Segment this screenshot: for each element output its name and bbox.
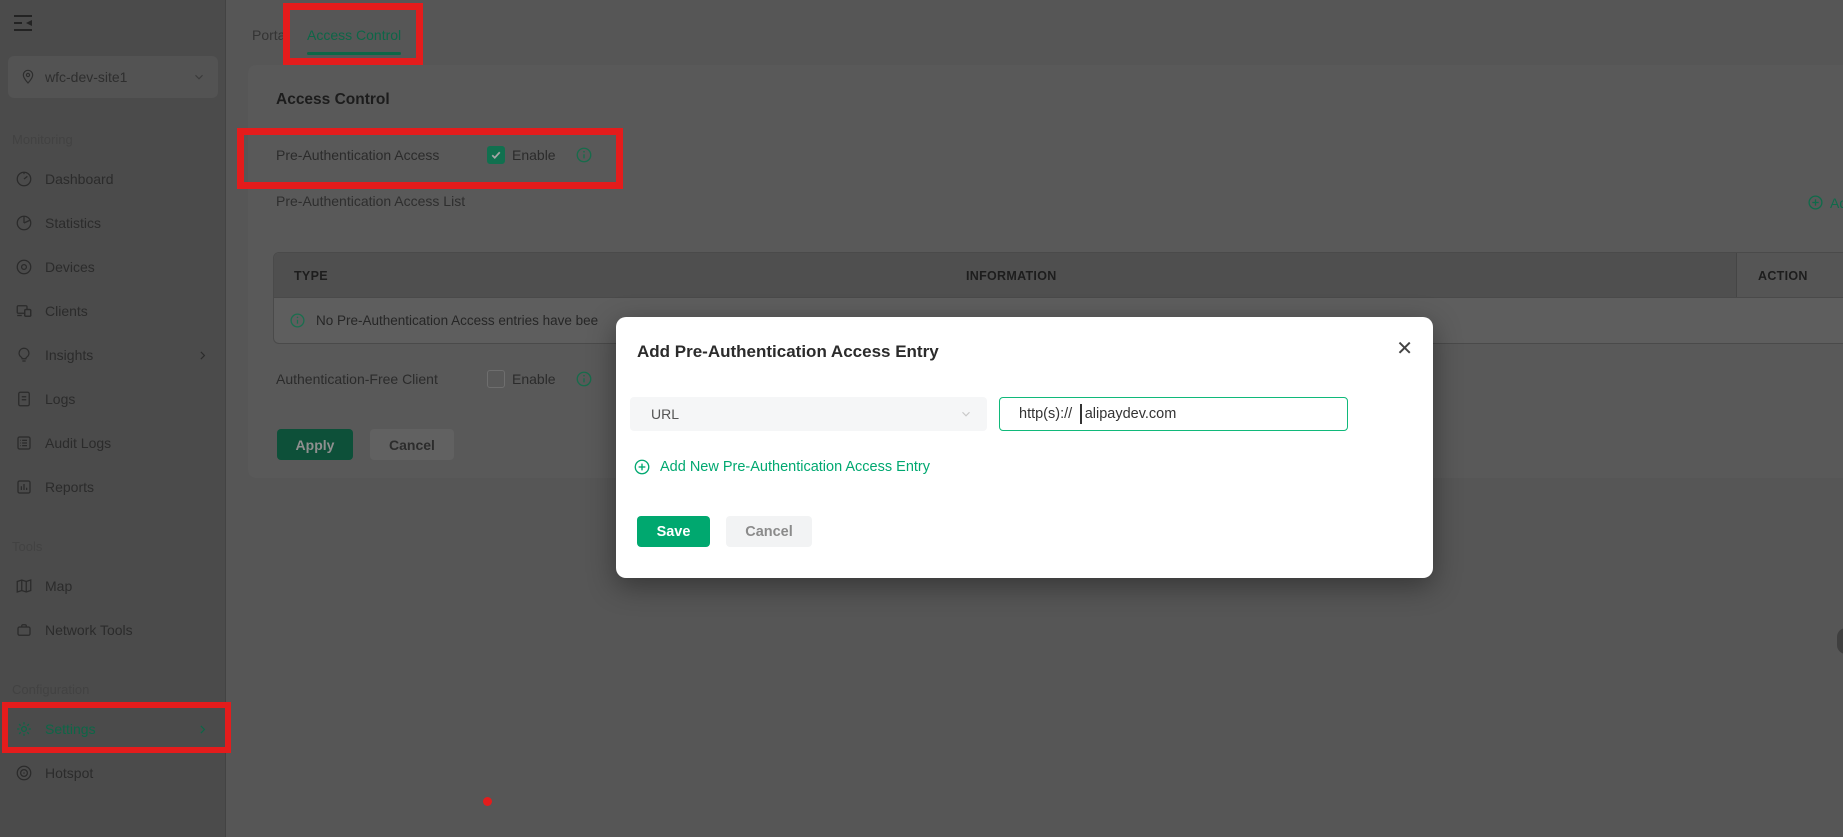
sidebar-item-label: Insights <box>45 347 94 363</box>
chevron-right-icon <box>196 349 209 362</box>
info-icon[interactable] <box>575 370 593 388</box>
tab-access-control[interactable]: Access Control <box>307 27 401 55</box>
chevron-down-icon <box>959 407 973 421</box>
page-title: Access Control <box>276 91 390 108</box>
sidebar-item-audit-logs[interactable]: Audit Logs <box>0 421 225 465</box>
sidebar-item-settings[interactable]: Settings <box>0 707 225 751</box>
sidebar-item-label: Dashboard <box>45 171 114 187</box>
add-entry-modal: Add Pre-Authentication Access Entry ✕ UR… <box>616 317 1433 578</box>
text-caret <box>1080 404 1082 424</box>
cancel-button[interactable]: Cancel <box>370 429 454 460</box>
plus-circle-icon <box>1807 194 1824 211</box>
chevron-down-icon <box>192 70 206 84</box>
sidebar-item-statistics[interactable]: Statistics <box>0 201 225 245</box>
column-header-type: TYPE <box>294 268 328 283</box>
sidebar-item-label: Network Tools <box>45 622 133 638</box>
url-input[interactable]: http(s):// alipaydev.com <box>999 397 1348 431</box>
column-header-action: ACTION <box>1758 268 1808 283</box>
modal-cancel-button[interactable]: Cancel <box>726 516 812 547</box>
edge-floating-widget[interactable] <box>1837 628 1843 654</box>
chevron-right-icon <box>196 723 209 736</box>
devices-icon <box>15 258 33 276</box>
entry-type-select[interactable]: URL <box>630 397 987 431</box>
plus-circle-icon <box>633 458 651 476</box>
add-entry-link-label: Add <box>1830 194 1843 211</box>
screenshot-root: wfc-dev-site1 Monitoring Dashboard Statist… <box>0 0 1843 837</box>
add-new-entry-link-label: Add New Pre-Authentication Access Entry <box>660 459 930 475</box>
sidebar-item-devices[interactable]: Devices <box>0 245 225 289</box>
sidebar-item-label: Reports <box>45 479 95 495</box>
nav-section-tools: Tools <box>12 539 43 554</box>
sidebar-item-reports[interactable]: Reports <box>0 465 225 509</box>
sidebar-item-map[interactable]: Map <box>0 564 225 608</box>
table-header: TYPE INFORMATION ACTION <box>274 253 1843 298</box>
entry-type-value: URL <box>651 406 680 422</box>
apply-button[interactable]: Apply <box>277 429 353 460</box>
add-new-entry-link[interactable]: Add New Pre-Authentication Access Entry <box>633 458 930 476</box>
save-button[interactable]: Save <box>637 516 710 547</box>
sidebar-item-label: Statistics <box>45 215 102 231</box>
site-selector[interactable]: wfc-dev-site1 <box>8 56 218 98</box>
sidebar-item-label: Settings <box>45 721 96 737</box>
column-header-information: INFORMATION <box>966 268 1057 283</box>
column-divider <box>1736 253 1737 297</box>
network-tools-icon <box>15 621 33 639</box>
reports-icon <box>15 478 33 496</box>
info-icon[interactable] <box>575 146 593 164</box>
logs-icon <box>15 390 33 408</box>
annotation-click-dot <box>483 797 492 806</box>
pre-auth-enable-checkbox[interactable] <box>487 146 505 164</box>
sidebar-item-clients[interactable]: Clients <box>0 289 225 333</box>
sidebar-item-logs[interactable]: Logs <box>0 377 225 421</box>
settings-icon <box>15 720 33 738</box>
auth-free-enable-checkbox[interactable] <box>487 370 505 388</box>
auth-free-client-row: Authentication-Free Client Enable <box>276 365 593 393</box>
insights-icon <box>15 346 33 364</box>
statistics-icon <box>15 214 33 232</box>
collapse-menu-icon[interactable] <box>10 11 38 37</box>
url-value: alipaydev.com <box>1084 406 1177 422</box>
pre-auth-access-row: Pre-Authentication Access Enable <box>276 141 593 169</box>
url-prefix: http(s):// <box>1019 406 1073 422</box>
sidebar-item-insights[interactable]: Insights <box>0 333 225 377</box>
nav-section-monitoring: Monitoring <box>12 132 73 147</box>
sidebar-item-label: Logs <box>45 391 76 407</box>
info-icon <box>289 312 306 329</box>
sidebar-item-dashboard[interactable]: Dashboard <box>0 157 225 201</box>
add-entry-link[interactable]: Add <box>1807 194 1843 211</box>
close-icon[interactable]: ✕ <box>1396 339 1413 359</box>
modal-title: Add Pre-Authentication Access Entry <box>637 342 939 361</box>
sidebar-item-label: Hotspot <box>45 765 94 781</box>
empty-message: No Pre-Authentication Access entries hav… <box>316 313 599 328</box>
sidebar: wfc-dev-site1 Monitoring Dashboard Statist… <box>0 0 226 837</box>
tab-portal[interactable]: Portal <box>252 27 289 43</box>
location-pin-icon <box>20 69 36 85</box>
sidebar-item-label: Audit Logs <box>45 435 112 451</box>
sidebar-item-network-tools[interactable]: Network Tools <box>0 608 225 652</box>
sidebar-item-label: Map <box>45 578 73 594</box>
sidebar-nav: Monitoring Dashboard Statistics Devices Clie… <box>0 98 225 795</box>
pre-auth-list-label: Pre-Authentication Access List <box>276 193 466 209</box>
auth-free-enable-label: Enable <box>512 371 556 387</box>
auth-free-client-label: Authentication-Free Client <box>276 371 438 387</box>
audit-logs-icon <box>15 434 33 452</box>
sidebar-item-label: Devices <box>45 259 95 275</box>
map-icon <box>15 577 33 595</box>
hotspot-icon <box>15 764 33 782</box>
sidebar-item-hotspot[interactable]: Hotspot <box>0 751 225 795</box>
pre-auth-access-label: Pre-Authentication Access <box>276 147 440 163</box>
clients-icon <box>15 302 33 320</box>
sidebar-item-label: Clients <box>45 303 88 319</box>
nav-section-configuration: Configuration <box>12 682 90 697</box>
pre-auth-enable-label: Enable <box>512 147 556 163</box>
dashboard-icon <box>15 170 33 188</box>
site-name: wfc-dev-site1 <box>45 69 128 85</box>
